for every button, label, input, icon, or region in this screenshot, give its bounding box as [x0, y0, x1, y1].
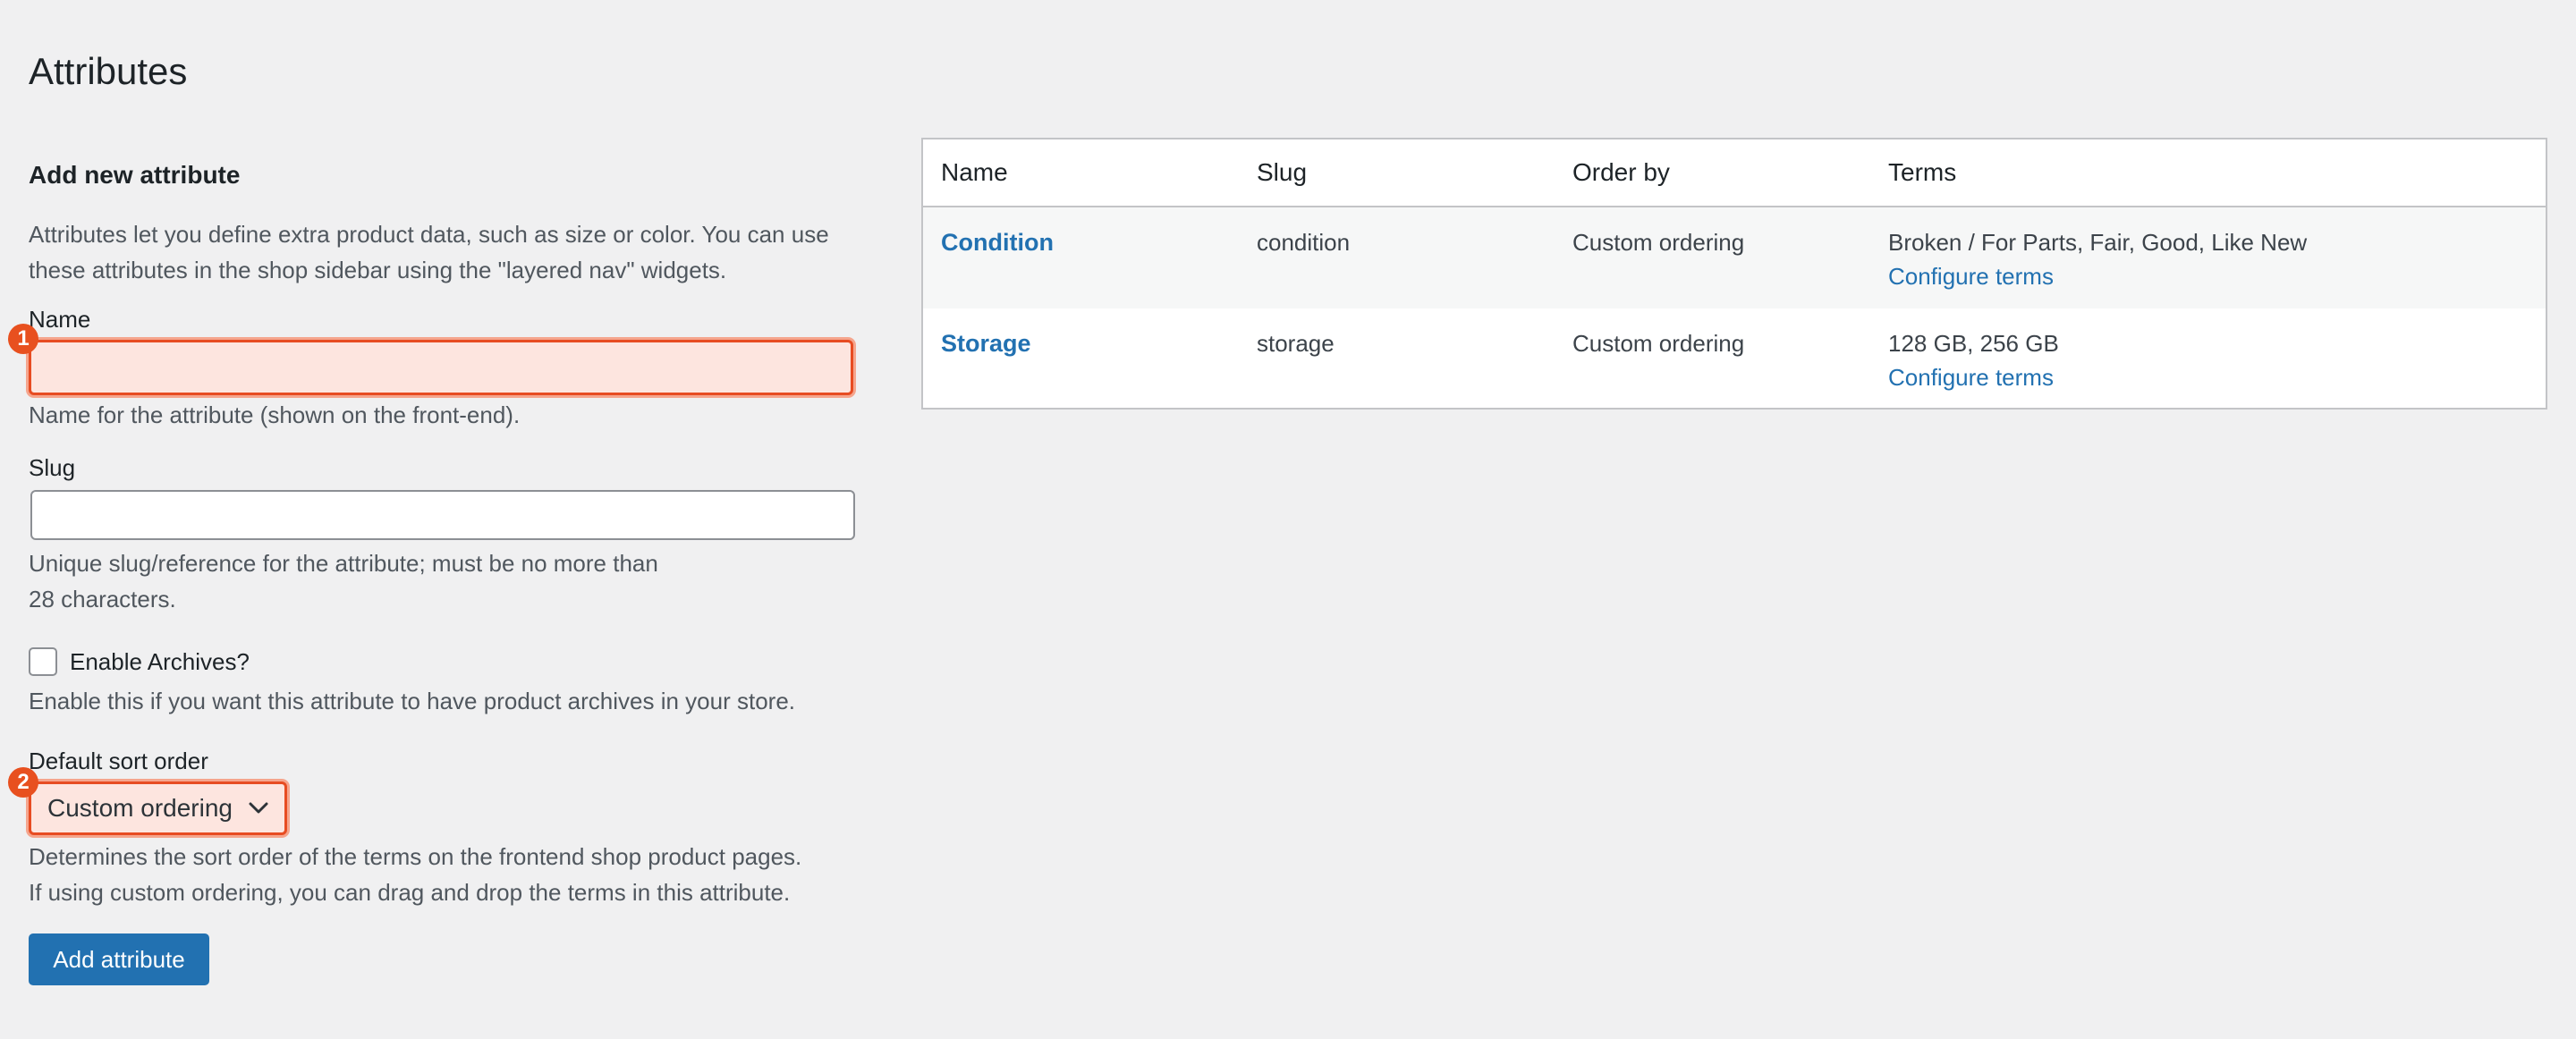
slug-label: Slug — [29, 454, 76, 481]
table-row: Storage storage Custom ordering 128 GB, … — [923, 308, 2546, 410]
slug-help-line-2: 28 characters. — [29, 586, 176, 612]
sort-field-group: Default sort order 2 Custom ordering Det… — [8, 746, 878, 910]
attributes-page: Attributes Add new attribute Attributes … — [0, 0, 2576, 1039]
table-row: Condition condition Custom ordering Brok… — [923, 207, 2546, 308]
attributes-table-grid: Name Slug Order by Terms Condition condi… — [923, 139, 2546, 410]
sort-help-line-1: Determines the sort order of the terms o… — [29, 843, 802, 870]
enable-archives-checkbox[interactable] — [29, 647, 57, 676]
archives-field-group: Enable Archives? Enable this if you want… — [29, 647, 878, 719]
attribute-terms: Broken / For Parts, Fair, Good, Like New — [1888, 229, 2308, 256]
add-attribute-form: Add new attribute Attributes let you def… — [8, 152, 878, 985]
name-help: Name for the attribute (shown on the fro… — [29, 401, 521, 428]
default-sort-order-select[interactable]: Custom ordering — [29, 781, 287, 835]
table-header-row: Name Slug Order by Terms — [923, 139, 2546, 207]
step-badge-2: 2 — [8, 767, 38, 798]
slug-input[interactable] — [30, 490, 855, 540]
step-badge-1: 1 — [8, 324, 38, 354]
enable-archives-label[interactable]: Enable Archives? — [70, 648, 250, 676]
slug-help-line-1: Unique slug/reference for the attribute;… — [29, 550, 658, 577]
slug-field-group: Slug Unique slug/reference for the attri… — [29, 452, 878, 617]
page-title: Attributes — [29, 50, 188, 92]
attribute-terms: 128 GB, 256 GB — [1888, 330, 2059, 357]
attribute-name-link[interactable]: Condition — [941, 229, 1054, 256]
sort-label: Default sort order — [29, 748, 208, 774]
archives-help: Enable this if you want this attribute t… — [29, 688, 796, 714]
attributes-table: Name Slug Order by Terms Condition condi… — [921, 138, 2547, 410]
configure-terms-link[interactable]: Configure terms — [1888, 360, 2528, 394]
attribute-order-by: Custom ordering — [1572, 330, 1745, 357]
name-label: Name — [29, 306, 91, 333]
add-attribute-button[interactable]: Add attribute — [29, 933, 209, 985]
column-header-slug[interactable]: Slug — [1239, 139, 1555, 207]
column-header-order-by[interactable]: Order by — [1555, 139, 1870, 207]
sort-selected-value: Custom ordering — [47, 794, 233, 822]
section-title: Add new attribute — [29, 161, 241, 189]
archives-row: Enable Archives? — [29, 647, 878, 676]
attribute-slug: condition — [1257, 229, 1351, 256]
column-header-terms: Terms — [1870, 139, 2546, 207]
attribute-name-link[interactable]: Storage — [941, 330, 1031, 357]
configure-terms-link[interactable]: Configure terms — [1888, 259, 2528, 293]
attribute-slug: storage — [1257, 330, 1335, 357]
column-header-name[interactable]: Name — [923, 139, 1239, 207]
attribute-order-by: Custom ordering — [1572, 229, 1745, 256]
sort-help-line-2: If using custom ordering, you can drag a… — [29, 879, 791, 906]
name-field-group: Name 1 Name for the attribute (shown on … — [8, 304, 878, 433]
name-input[interactable] — [29, 340, 853, 395]
chevron-down-icon — [249, 802, 268, 814]
form-intro: Attributes let you define extra product … — [29, 221, 829, 283]
